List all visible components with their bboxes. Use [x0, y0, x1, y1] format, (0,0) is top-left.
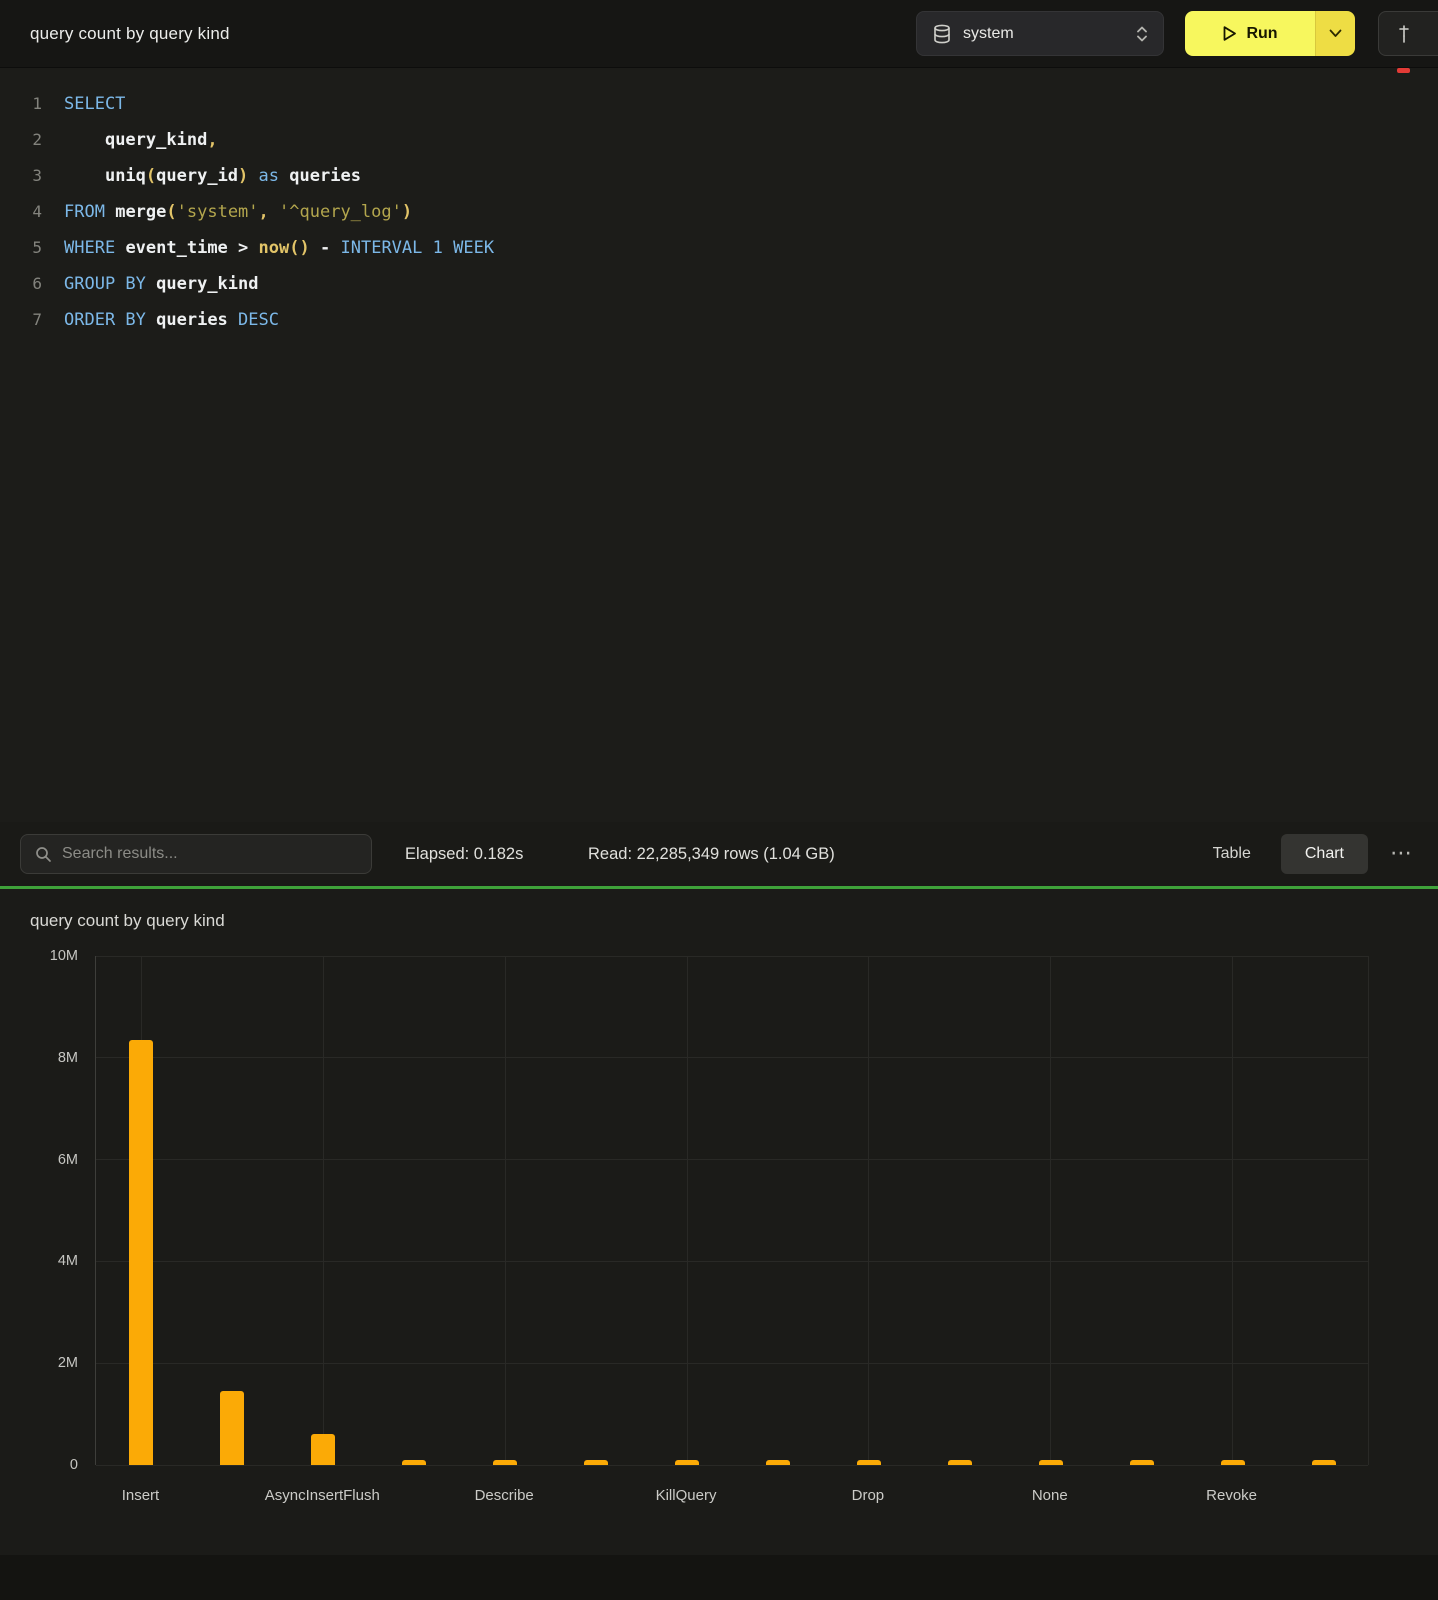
chart-bar-Revoke — [1221, 1460, 1245, 1465]
database-selector[interactable]: system — [916, 11, 1164, 56]
line-number: 6 — [0, 266, 42, 302]
line-number: 1 — [0, 86, 42, 122]
code-line: 3 uniq(query_id) as queries — [0, 158, 1438, 194]
top-bar: query count by query kind system — [0, 0, 1438, 68]
chart-bar-unlabeled-13 — [1312, 1460, 1336, 1465]
gridline — [1368, 956, 1369, 1465]
x-axis-label: Revoke — [1132, 1487, 1332, 1504]
x-axis-label: Insert — [40, 1487, 240, 1504]
gridline — [96, 1261, 1368, 1262]
code-line: 2 query_kind, — [0, 122, 1438, 158]
code-text: GROUP BY query_kind — [64, 266, 259, 302]
gridline — [687, 956, 688, 1465]
code-line: 7 ORDER BY queries DESC — [0, 302, 1438, 338]
read-stat: Read: 22,285,349 rows (1.04 GB) — [588, 845, 835, 864]
results-toolbar: Elapsed: 0.182s Read: 22,285,349 rows (1… — [0, 822, 1438, 886]
gridline — [96, 1057, 1368, 1058]
y-tick-label: 8M — [0, 1050, 78, 1066]
elapsed-stat: Elapsed: 0.182s — [405, 845, 523, 864]
code-line: 5 WHERE event_time > now() - INTERVAL 1 W… — [0, 230, 1438, 266]
view-controls: TableChart ⋯ — [1189, 834, 1418, 874]
code-text: WHERE event_time > now() - INTERVAL 1 WE… — [64, 230, 494, 266]
code-line: 1 SELECT — [0, 86, 1438, 122]
chevron-down-icon — [1329, 29, 1342, 38]
code-text: FROM merge('system', '^query_log') — [64, 194, 412, 230]
x-axis-label: AsyncInsertFlush — [222, 1487, 422, 1504]
x-axis-label: None — [950, 1487, 1150, 1504]
chart-bar-Insert — [129, 1040, 153, 1465]
chart-bar-unlabeled-7 — [766, 1460, 790, 1465]
sql-editor[interactable]: 1SELECT2 query_kind,3 uniq(query_id) as … — [0, 68, 1438, 822]
gridline — [505, 956, 506, 1465]
gridline — [868, 956, 869, 1465]
chart-panel: query count by query kind 0 2M 4M 6M 8M 10M In… — [0, 889, 1438, 1600]
x-axis-label: KillQuery — [586, 1487, 786, 1504]
code-text: uniq(query_id) as queries — [64, 158, 361, 194]
view-toggle-table[interactable]: Table — [1189, 834, 1275, 874]
gridline — [96, 956, 1368, 957]
panel-footer — [0, 1555, 1438, 1600]
view-toggle-chart[interactable]: Chart — [1281, 834, 1368, 874]
editor-error-marker — [1397, 68, 1410, 73]
line-number: 7 — [0, 302, 42, 338]
search-input[interactable] — [62, 845, 361, 863]
chart-bar-KillQuery — [675, 1460, 699, 1465]
y-tick-label: 6M — [0, 1152, 78, 1168]
chart-bar-AsyncInsertFlush — [311, 1434, 335, 1465]
chart-bar-None — [1039, 1460, 1063, 1465]
gridline — [323, 956, 324, 1465]
chart-bar-unlabeled-5 — [584, 1460, 608, 1465]
database-selector-value: system — [963, 25, 1135, 43]
chart-bar-unlabeled-1 — [220, 1391, 244, 1465]
chart-bar-Drop — [857, 1460, 881, 1465]
search-box — [20, 834, 372, 874]
y-tick-label: 10M — [0, 948, 78, 964]
y-tick-label: 2M — [0, 1355, 78, 1371]
gridline — [96, 1159, 1368, 1160]
database-icon — [933, 24, 951, 44]
view-toggle: TableChart — [1189, 834, 1368, 874]
gridline — [96, 1465, 1368, 1466]
pin-button[interactable] — [1378, 11, 1438, 56]
sql-console-window: query count by query kind system — [0, 0, 1438, 1600]
code-lines: 1SELECT2 query_kind,3 uniq(query_id) as … — [0, 86, 1438, 338]
gridline — [1232, 956, 1233, 1465]
line-number: 2 — [0, 122, 42, 158]
code-text: query_kind, — [64, 122, 218, 158]
chart-bar-unlabeled-9 — [948, 1460, 972, 1465]
code-text: SELECT — [64, 86, 125, 122]
chart-bar-Describe — [493, 1460, 517, 1465]
line-number: 3 — [0, 158, 42, 194]
gridline — [96, 1363, 1368, 1364]
line-number: 4 — [0, 194, 42, 230]
y-tick-label: 4M — [0, 1253, 78, 1269]
y-tick-label: 0 — [0, 1457, 78, 1473]
x-axis-label: Describe — [404, 1487, 604, 1504]
chart-bar-unlabeled-3 — [402, 1460, 426, 1465]
run-button[interactable]: Run — [1185, 11, 1315, 56]
chevron-up-down-icon — [1135, 24, 1149, 44]
chart-title: query count by query kind — [30, 911, 225, 931]
gridline — [1050, 956, 1051, 1465]
chart-plot — [95, 956, 1368, 1465]
pin-icon — [1396, 24, 1412, 44]
results-menu-button[interactable]: ⋯ — [1384, 834, 1418, 874]
code-text: ORDER BY queries DESC — [64, 302, 279, 338]
line-number: 5 — [0, 230, 42, 266]
run-button-label: Run — [1246, 25, 1277, 43]
x-axis-label: Drop — [768, 1487, 968, 1504]
code-line: 6 GROUP BY query_kind — [0, 266, 1438, 302]
chart-bar-unlabeled-11 — [1130, 1460, 1154, 1465]
play-icon — [1222, 25, 1237, 42]
query-name[interactable]: query count by query kind — [30, 24, 230, 44]
run-options-button[interactable] — [1315, 11, 1355, 56]
code-line: 4 FROM merge('system', '^query_log') — [0, 194, 1438, 230]
run-button-group: Run — [1185, 11, 1355, 56]
search-icon — [35, 846, 52, 863]
